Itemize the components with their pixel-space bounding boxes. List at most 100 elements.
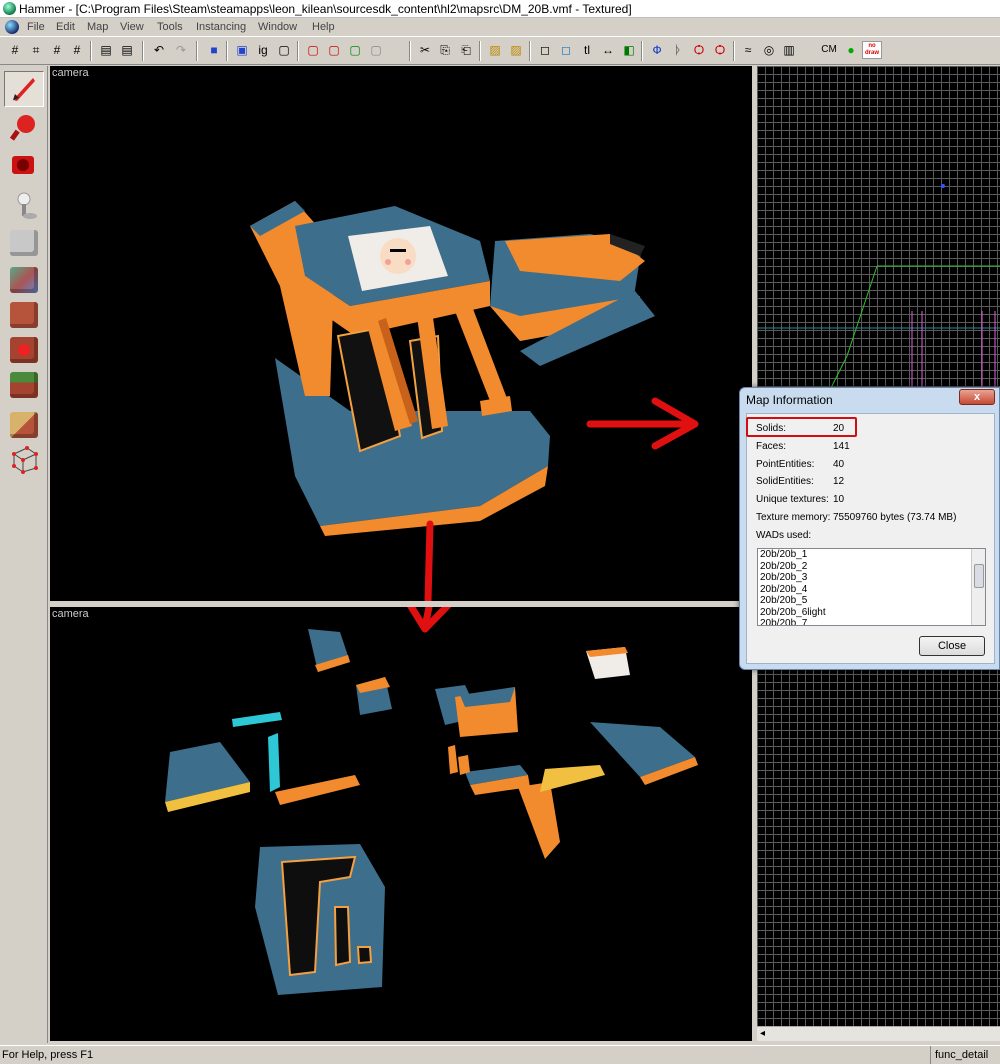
vertex-tool[interactable] (4, 441, 44, 477)
point-entities-value: 40 (833, 459, 845, 470)
ignore-groups-icon[interactable]: ig (254, 41, 272, 59)
texture-memory-label: Texture memory: (756, 512, 831, 523)
texture-lock-icon[interactable]: ▨ (486, 41, 504, 59)
sphere-icon[interactable]: ◎ (760, 41, 778, 59)
grid-horizontal-scrollbar[interactable]: ◂ (757, 1026, 1000, 1041)
wads-scrollbar[interactable] (971, 549, 985, 625)
carve-icon[interactable]: ■ (205, 41, 223, 59)
toggle-helpers-icon[interactable]: Ѻ (711, 41, 729, 59)
grid-3d-icon[interactable]: ⌗ (27, 41, 45, 59)
entity-io-icon[interactable]: ᚦ (669, 41, 687, 59)
transform-tl-icon[interactable]: tl (578, 41, 596, 59)
cordon-icon[interactable]: ▥ (780, 41, 798, 59)
list-item[interactable]: 20b/20b_5 (758, 595, 985, 607)
vertex-icon (12, 446, 38, 474)
faces-label: Faces: (756, 441, 787, 452)
apply-texture-tool[interactable] (4, 297, 44, 333)
list-item[interactable]: 20b/20b_3 (758, 572, 985, 584)
hide-unselected-icon[interactable]: ▢ (325, 41, 343, 59)
show-hidden-icon[interactable]: ▢ (346, 41, 364, 59)
title-bar: Hammer - [C:\Program Files\Steam\steamap… (0, 0, 1000, 18)
decal-tool[interactable] (4, 332, 44, 368)
globe-icon[interactable] (5, 20, 19, 34)
viewport-label: camera (52, 67, 89, 79)
entity-icon (17, 192, 37, 219)
menu-instancing[interactable]: Instancing (196, 18, 246, 36)
unique-textures-value: 10 (833, 494, 845, 505)
scroll-left-arrow-icon[interactable]: ◂ (760, 1028, 765, 1039)
select-by-handles-icon[interactable]: ◻ (536, 41, 554, 59)
list-item[interactable]: 20b/20b_6light (758, 607, 985, 619)
map-information-dialog: Map Information x Solids: 20 Faces: 141 … (739, 387, 1000, 670)
menu-file[interactable]: File (27, 18, 45, 36)
toggle-models-icon[interactable]: Ѻ (690, 41, 708, 59)
camera-tool[interactable] (4, 147, 44, 183)
wads-used-label: WADs used: (756, 530, 812, 541)
menu-view[interactable]: View (120, 18, 144, 36)
menu-window[interactable]: Window (258, 18, 297, 36)
brush-icon[interactable]: ≈ (739, 41, 757, 59)
map-3d-render (250, 201, 699, 601)
run-map-icon[interactable]: ● (842, 41, 860, 59)
solids-label: Solids: (756, 423, 787, 434)
decal-icon (10, 337, 38, 363)
align-icon[interactable]: ◧ (620, 41, 638, 59)
clip-icon (10, 412, 38, 438)
menu-edit[interactable]: Edit (56, 18, 75, 36)
camera-viewport-bottom[interactable]: camera (50, 607, 752, 1041)
grid-toggle-icon[interactable]: # (6, 41, 24, 59)
window-title: Hammer - [C:\Program Files\Steam\steamap… (19, 2, 632, 16)
block-tool[interactable] (4, 225, 44, 261)
list-item[interactable]: 20b/20b_4 (758, 584, 985, 596)
redo-icon[interactable]: ↷ (172, 41, 190, 59)
magnify-tool[interactable] (4, 109, 44, 145)
selection-tool[interactable] (4, 71, 44, 107)
list-item[interactable]: 20b/20b_1 (758, 549, 985, 561)
menu-map[interactable]: Map (87, 18, 108, 36)
texture-scale-lock-icon[interactable]: ▨ (507, 41, 525, 59)
vertex-mode-icon[interactable]: Ф (648, 41, 666, 59)
scroll-thumb[interactable] (974, 564, 984, 588)
copy-icon[interactable]: ⎘ (436, 41, 454, 59)
status-help-text: For Help, press F1 (2, 1049, 94, 1061)
tools-panel (0, 66, 48, 1043)
flip-icon[interactable]: ↔ (599, 41, 617, 59)
entity-tool[interactable] (4, 187, 44, 223)
dialog-body: Solids: 20 Faces: 141 PointEntities: 40 … (746, 413, 995, 664)
faces-value: 141 (833, 441, 850, 452)
hollow-icon[interactable]: ▣ (233, 41, 251, 59)
solids-value: 20 (833, 423, 845, 434)
texture-tool[interactable] (4, 262, 44, 298)
group-icon[interactable]: ▤ (97, 41, 115, 59)
paste-icon[interactable]: ⎗ (457, 41, 475, 59)
menu-tools[interactable]: Tools (157, 18, 183, 36)
camera-viewport-top[interactable]: camera (50, 66, 752, 601)
cut-icon[interactable]: ✂ (416, 41, 434, 59)
undo-icon[interactable]: ↶ (150, 41, 168, 59)
overlay-tool[interactable] (4, 367, 44, 403)
hide-items-icon[interactable]: ▢ (275, 41, 293, 59)
hammer-app-icon (3, 2, 16, 15)
cubemap-button[interactable]: CM (818, 41, 840, 59)
list-item[interactable]: 20b/20b_2 (758, 561, 985, 573)
menu-help[interactable]: Help (312, 18, 335, 36)
menu-bar: File Edit Map View Tools Instancing Wind… (0, 18, 1000, 36)
hide-selected-icon[interactable]: ▢ (304, 41, 322, 59)
ungroup-icon[interactable]: ▤ (118, 41, 136, 59)
visgroup-icon[interactable]: ▢ (367, 41, 385, 59)
status-selection-type: func_detail (930, 1046, 1000, 1064)
list-item[interactable]: 20b/20b_7 (758, 618, 985, 625)
close-button[interactable]: Close (919, 636, 985, 656)
texture-memory-value: 75509760 bytes (73.74 MB) (833, 512, 957, 523)
grid-smaller-icon[interactable]: # (48, 41, 66, 59)
grid-larger-icon[interactable]: # (68, 41, 86, 59)
select-by-center-icon[interactable]: ◻ (557, 41, 575, 59)
unique-textures-label: Unique textures: (756, 494, 829, 505)
viewport-label: camera (52, 608, 89, 620)
status-bar: For Help, press F1 func_detail (0, 1045, 1000, 1064)
overlay-icon (10, 372, 38, 398)
dialog-close-icon[interactable]: x (959, 389, 995, 405)
nodraw-button[interactable]: no draw (862, 41, 882, 59)
clipping-tool[interactable] (4, 407, 44, 443)
wads-list[interactable]: 20b/20b_1 20b/20b_2 20b/20b_3 20b/20b_4 … (757, 548, 986, 626)
